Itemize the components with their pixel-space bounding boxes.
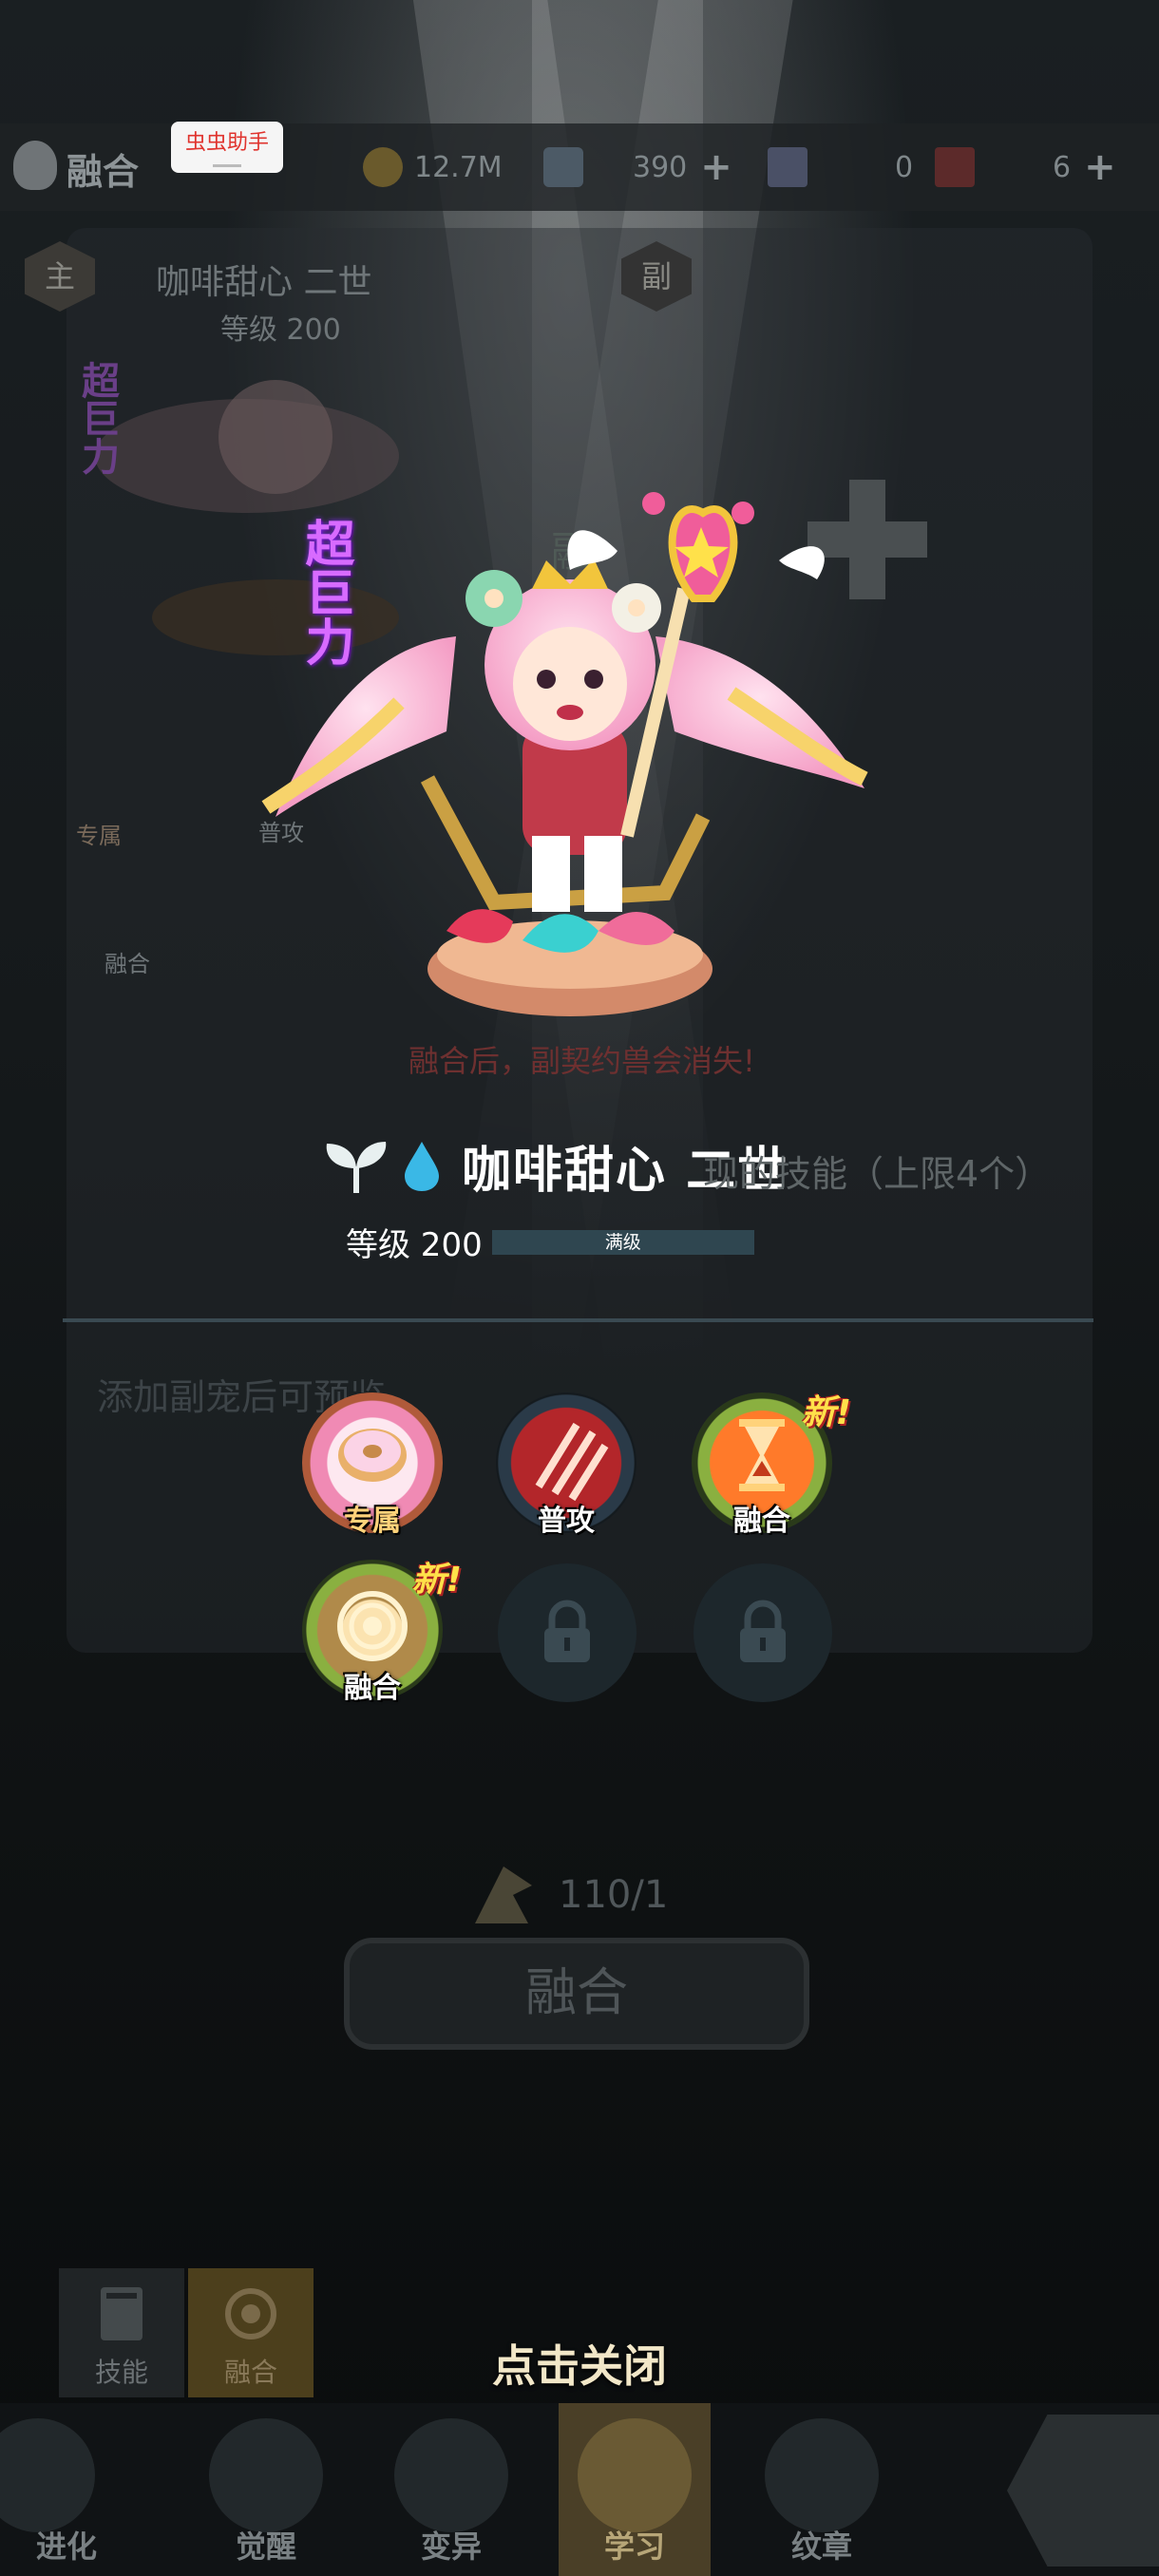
bg-skill-limit-text: 现的技能（上限4个） [703,1153,1052,1195]
fusion-cost: 110/1 [466,1857,668,1933]
skill-label: 融合 [733,1505,790,1538]
fusion-material-icon [475,1866,532,1923]
bg-skill-label-3: 融合 [104,951,150,977]
resource-ticket-value: 0 [895,150,914,184]
sprout-icon [326,1141,387,1193]
bg-skill-label-1: 专属 [76,823,122,849]
awaken-icon [209,2418,323,2532]
title-badge: 超巨力 [296,518,353,666]
level-row: 等级 200 满级 [346,1219,754,1265]
nav-label: 学习 [603,2529,665,2565]
level-progress-bar: 满级 [491,1229,754,1255]
add-gem-button[interactable]: + [700,145,732,189]
skill-basic-attack[interactable]: 普攻 [496,1392,636,1538]
evolve-icon [0,2418,95,2532]
ticket-icon [768,147,808,187]
skill-exclusive[interactable]: 专属 [302,1392,443,1538]
nav-learn[interactable]: 学习 [559,2403,711,2576]
nav-label: 进化 [35,2529,97,2565]
level-text: 等级 200 [346,1226,483,1264]
nav-mutate[interactable]: 变异 [375,2403,527,2576]
new-tag: 新! [411,1561,462,1600]
section-divider [63,1318,1093,1322]
coin-icon [363,147,403,187]
resource-gold-value: 12.7M [414,150,503,184]
skill-fusion-2[interactable]: 融合 新! [302,1560,462,1705]
resource-gold: 12.7M [363,144,503,190]
emblem-icon [765,2418,879,2532]
level-bar-label: 满级 [604,1231,641,1253]
bg-title-badge: 超巨力 [75,361,119,475]
skill-label: 普攻 [538,1505,595,1538]
lock-icon [740,1600,786,1662]
bg-pet-name: 咖啡甜心 二世 [156,263,372,302]
fusion-flame-icon [13,141,57,190]
nav-label: 变异 [420,2529,482,2565]
swirl-icon [337,1591,408,1661]
learn-icon [578,2418,692,2532]
resource-gem-value: 390 [633,150,688,184]
resource-card: 6 + [935,144,1116,190]
tap-to-close[interactable]: 点击关闭 [0,2332,1159,2395]
bottom-nav: 进化 觉醒 变异 学习 纹章 [0,2403,1159,2576]
nav-emblem[interactable]: 纹章 [746,2403,898,2576]
nav-evolve[interactable]: 进化 [0,2403,152,2576]
cost-value: 110/1 [559,1873,669,1917]
nav-label: 觉醒 [235,2529,296,2565]
locked-skill-slot [694,1563,832,1702]
new-tag: 新! [801,1393,851,1432]
lock-icon [544,1600,590,1662]
card-icon [935,147,975,187]
resource-ticket: 0 [768,144,913,190]
donut-icon [338,1429,407,1482]
nav-label: 纹章 [790,2529,852,2565]
gem-icon [543,147,583,187]
nav-awaken[interactable]: 觉醒 [190,2403,342,2576]
resource-gem: 390 + [543,144,732,190]
page-title: 融合 [66,151,140,193]
skill-fusion-1[interactable]: 融合 新! [692,1392,851,1538]
add-card-button[interactable]: + [1084,145,1116,189]
helper-tag[interactable]: 虫虫助手 [171,122,283,173]
skill-label: 专属 [344,1505,401,1538]
mutate-icon [394,2418,508,2532]
locked-skill-slot [498,1563,636,1702]
hourglass-icon [739,1419,785,1491]
skill-label: 融合 [344,1672,401,1705]
water-element-icon [405,1141,439,1191]
resource-card-value: 6 [1053,150,1072,184]
claw-icon [535,1422,609,1501]
fuse-button[interactable]: 融合 [344,1938,809,2050]
